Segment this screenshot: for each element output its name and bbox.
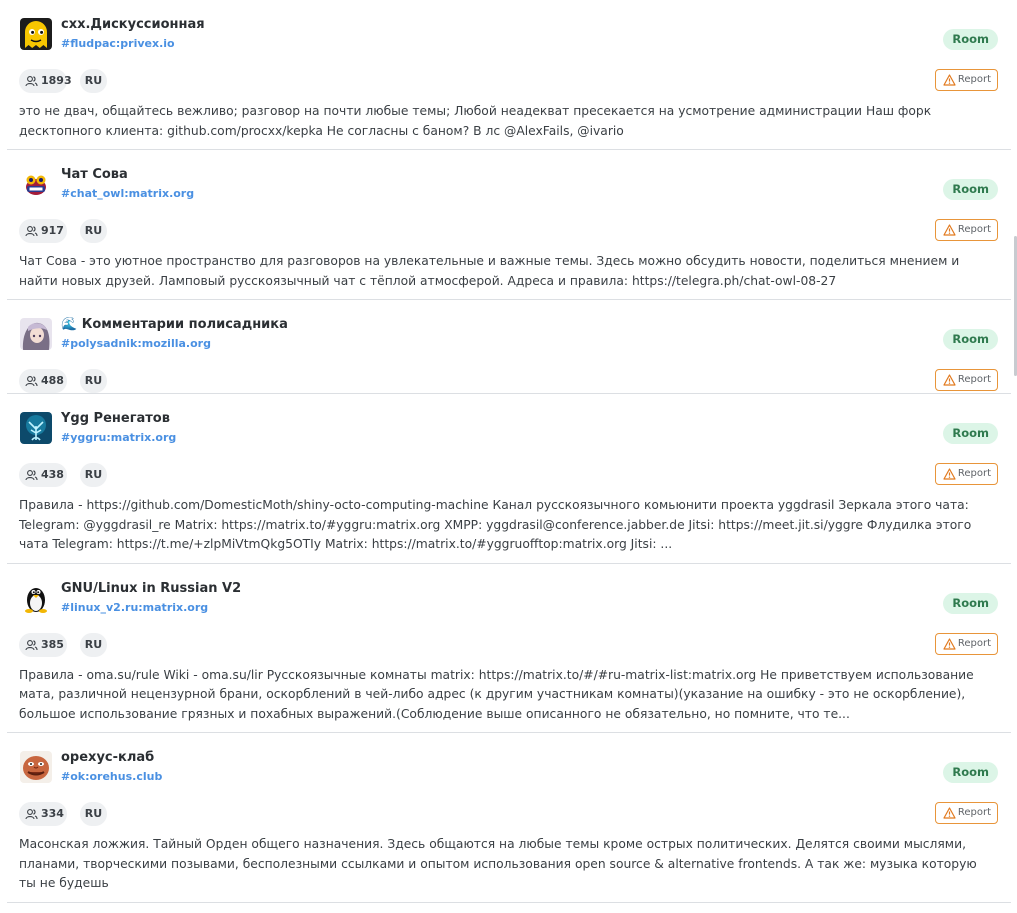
yellow-ghost-avatar (20, 18, 52, 50)
room-type-badge: Room (943, 329, 998, 350)
report-label: Report (957, 224, 991, 235)
room-title[interactable]: Чат Сова (61, 167, 194, 183)
member-count-chip: 334 (19, 802, 67, 826)
room-meta: 917 RU Report (19, 219, 998, 243)
member-count: 385 (41, 637, 64, 651)
owl-logo-avatar (20, 168, 52, 200)
warning-icon (943, 468, 956, 480)
room-topic: Чат Сова - это уютное пространство для р… (19, 254, 960, 288)
room-topic: Масонская ложжия. Тайный Орден общего на… (19, 837, 977, 890)
room-header: Чат Сова #chat_owl:matrix.org Room (19, 167, 998, 205)
members-icon (25, 76, 38, 87)
cartoon-face-avatar (20, 751, 52, 783)
member-count-chip: 385 (19, 632, 67, 657)
room-topic: Правила - oma.su/rule Wiki - oma.su/lir … (19, 667, 974, 721)
room-header: GNU/Linux in Russian V2 #linux_v2.ru:mat… (19, 581, 998, 619)
language-chip: RU (80, 219, 107, 243)
yggdrasil-tree-avatar (20, 412, 52, 444)
room-type-badge: Room (943, 179, 998, 200)
language-chip: RU (80, 463, 107, 487)
members-icon (25, 639, 38, 650)
room-card[interactable]: Чат Сова #chat_owl:matrix.org Room 917 R… (7, 150, 1011, 300)
warning-icon (943, 374, 956, 386)
members-icon (25, 226, 38, 237)
report-label: Report (957, 374, 991, 385)
room-type-badge: Room (943, 762, 998, 783)
room-meta: 334 RU Report (19, 802, 998, 826)
room-type-badge: Room (943, 29, 998, 50)
report-button[interactable]: Report (934, 632, 998, 655)
room-titles: GNU/Linux in Russian V2 #linux_v2.ru:mat… (61, 581, 241, 615)
room-meta: 438 RU Report (19, 463, 998, 487)
members-icon (25, 376, 38, 387)
member-count-chip: 488 (19, 369, 67, 393)
report-label: Report (957, 807, 991, 818)
room-header: Ygg Ренегатов #yggru:matrix.org Room (19, 411, 998, 449)
room-alias[interactable]: #yggru:matrix.org (61, 431, 176, 445)
room-titles: схх.Дискуссионная #fludpac:privex.io (61, 17, 205, 51)
room-titles: орехус-клаб #ok:orehus.club (61, 750, 162, 784)
room-type-badge: Room (943, 592, 998, 614)
room-alias[interactable]: #ok:orehus.club (61, 770, 162, 784)
room-header: 🌊 Комментарии полисадника #polysadnik:mo… (19, 317, 998, 355)
report-button[interactable]: Report (934, 69, 998, 91)
anime-character-avatar (20, 318, 52, 350)
member-count-chip: 917 (19, 219, 67, 243)
warning-icon (943, 807, 956, 819)
room-alias[interactable]: #chat_owl:matrix.org (61, 187, 194, 201)
room-alias[interactable]: #polysadnik:mozilla.org (61, 337, 288, 351)
room-title[interactable]: орехус-клаб (61, 750, 162, 766)
room-header: орехус-клаб #ok:orehus.club Room (19, 750, 998, 788)
room-alias[interactable]: #linux_v2.ru:matrix.org (61, 601, 241, 615)
room-titles: 🌊 Комментарии полисадника #polysadnik:mo… (61, 317, 288, 351)
room-card[interactable]: схх.Дискуссионная #fludpac:privex.io Roo… (7, 0, 1011, 150)
member-count: 917 (41, 224, 64, 237)
report-button[interactable]: Report (934, 369, 998, 391)
report-label: Report (957, 468, 991, 479)
member-count: 438 (41, 468, 64, 481)
room-topic: это не двач, общайтесь вежливо; разговор… (19, 104, 932, 138)
report-label: Report (957, 637, 991, 649)
room-directory-list: схх.Дискуссионная #fludpac:privex.io Roo… (7, 0, 1011, 903)
members-icon (25, 809, 38, 820)
room-title[interactable]: Ygg Ренегатов (61, 411, 176, 427)
room-card[interactable]: 🌊 Комментарии полисадника #polysadnik:mo… (7, 300, 1011, 394)
room-title[interactable]: схх.Дискуссионная (61, 17, 205, 33)
language-chip: RU (80, 632, 107, 657)
room-titles: Чат Сова #chat_owl:matrix.org (61, 167, 194, 201)
tux-penguin-avatar (20, 581, 52, 614)
report-button[interactable]: Report (934, 463, 998, 485)
room-alias[interactable]: #fludpac:privex.io (61, 37, 205, 51)
room-card[interactable]: орехус-клаб #ok:orehus.club Room 334 RU (7, 733, 1011, 903)
language-chip: RU (80, 69, 107, 93)
room-header: схх.Дискуссионная #fludpac:privex.io Roo… (19, 17, 998, 55)
report-label: Report (957, 74, 991, 85)
report-button[interactable]: Report (934, 802, 998, 824)
report-button[interactable]: Report (934, 219, 998, 241)
room-titles: Ygg Ренегатов #yggru:matrix.org (61, 411, 176, 445)
room-title[interactable]: 🌊 Комментарии полисадника (61, 317, 288, 333)
language-chip: RU (80, 802, 107, 826)
room-meta: 1893 RU Report (19, 69, 998, 93)
member-count: 488 (41, 374, 64, 387)
member-count-chip: 438 (19, 463, 67, 487)
warning-icon (943, 74, 956, 86)
warning-icon (943, 224, 956, 236)
warning-icon (943, 637, 956, 650)
member-count: 1893 (41, 74, 72, 87)
member-count-chip: 1893 (19, 69, 72, 93)
room-card[interactable]: GNU/Linux in Russian V2 #linux_v2.ru:mat… (7, 564, 1011, 733)
room-title[interactable]: GNU/Linux in Russian V2 (61, 581, 241, 597)
language-chip: RU (80, 369, 107, 393)
room-card[interactable]: Ygg Ренегатов #yggru:matrix.org Room 438… (7, 394, 1011, 564)
room-topic: Правила - https://github.com/DomesticMot… (19, 498, 972, 551)
room-meta: 385 RU Report (19, 632, 998, 657)
room-meta: 488 RU Report (19, 369, 998, 393)
members-icon (25, 470, 38, 481)
member-count: 334 (41, 807, 64, 820)
room-type-badge: Room (943, 423, 998, 444)
